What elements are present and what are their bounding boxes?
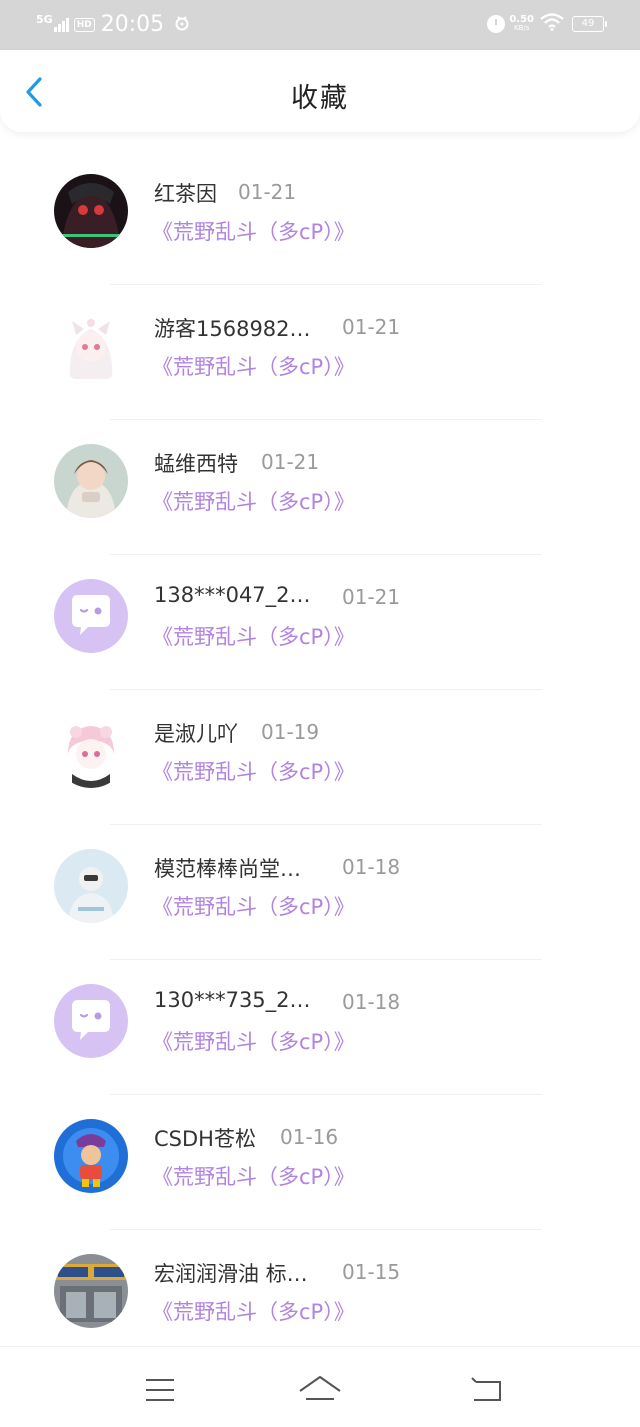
user-name: 模范棒棒尚堂… xyxy=(154,857,301,881)
default-chat-avatar xyxy=(54,579,128,653)
user-name: 蜢维西特 xyxy=(154,452,238,476)
menu-icon[interactable] xyxy=(140,1373,180,1407)
user-name: 红茶因 xyxy=(154,182,217,206)
list-item[interactable]: 是淑儿吖 01-19 《荒野乱斗（多cP）》 xyxy=(0,690,640,825)
book-title-link[interactable]: 《荒野乱斗（多cP）》 xyxy=(152,351,355,381)
book-title-link[interactable]: 《荒野乱斗（多cP）》 xyxy=(152,1026,355,1056)
book-title-link[interactable]: 《荒野乱斗（多cP）》 xyxy=(152,756,355,786)
date: 01-21 xyxy=(261,450,320,474)
avatar xyxy=(54,174,128,248)
status-right: 0.50 KB/s 49 xyxy=(487,13,607,35)
avatar xyxy=(54,849,128,923)
book-title-link[interactable]: 《荒野乱斗（多cP）》 xyxy=(152,486,355,516)
date: 01-21 xyxy=(238,180,297,204)
speed-value: 0.50 xyxy=(509,14,534,25)
user-name: 游客1568982… xyxy=(154,317,311,341)
date: 01-16 xyxy=(280,1125,339,1149)
speed-unit: KB/s xyxy=(513,24,530,32)
avatar xyxy=(54,714,128,788)
back-nav-icon[interactable] xyxy=(468,1373,508,1407)
status-bar: 5G HD 20:05 0.50 KB/s 49 xyxy=(0,0,640,52)
book-title-link[interactable]: 《荒野乱斗（多cP）》 xyxy=(152,621,355,651)
list-item[interactable]: 130***735_2… 01-18 《荒野乱斗（多cP）》 xyxy=(0,960,640,1095)
date: 01-18 xyxy=(342,855,401,879)
user-name: 130***735_2… xyxy=(154,988,311,1012)
book-title-link[interactable]: 《荒野乱斗（多cP）》 xyxy=(152,216,355,246)
clock: 20:05 xyxy=(100,12,165,37)
date: 01-21 xyxy=(342,585,401,609)
avatar xyxy=(54,309,128,383)
list-item[interactable]: 蜢维西特 01-21 《荒野乱斗（多cP）》 xyxy=(0,420,640,555)
network-type: 5G xyxy=(36,12,53,26)
wifi-icon xyxy=(540,13,564,35)
page-title: 收藏 xyxy=(291,83,349,114)
avatar xyxy=(54,1119,128,1193)
alarm-icon xyxy=(487,15,506,33)
avatar xyxy=(54,1254,128,1328)
battery-icon: 49 xyxy=(572,16,607,32)
book-title-link[interactable]: 《荒野乱斗（多cP）》 xyxy=(152,891,355,921)
user-name: CSDH苍松 xyxy=(154,1127,256,1151)
header-bar: 收藏 xyxy=(0,50,640,132)
avatar xyxy=(54,444,128,518)
user-name: 宏润润滑油 标… xyxy=(154,1262,308,1286)
book-title-link[interactable]: 《荒野乱斗（多cP）》 xyxy=(152,1296,355,1326)
date: 01-19 xyxy=(261,720,320,744)
list-item[interactable]: 138***047_2… 01-21 《荒野乱斗（多cP）》 xyxy=(0,555,640,690)
hd-badge: HD xyxy=(73,18,95,32)
book-title-link[interactable]: 《荒野乱斗（多cP）》 xyxy=(152,1161,355,1191)
default-chat-avatar xyxy=(54,984,128,1058)
network-speed: 0.50 KB/s xyxy=(509,15,534,33)
date: 01-15 xyxy=(342,1260,401,1284)
home-icon[interactable] xyxy=(296,1373,344,1407)
user-name: 138***047_2… xyxy=(154,583,311,607)
list-item[interactable]: 宏润润滑油 标… 01-15 《荒野乱斗（多cP）》 xyxy=(0,1230,640,1365)
list-item[interactable]: 红茶因 01-21 《荒野乱斗（多cP）》 xyxy=(0,150,640,285)
user-name: 是淑儿吖 xyxy=(154,722,238,746)
list-item[interactable]: CSDH苍松 01-16 《荒野乱斗（多cP）》 xyxy=(0,1095,640,1230)
signal-icon xyxy=(53,18,70,32)
notification-app-icon xyxy=(174,15,190,35)
list-item[interactable]: 游客1568982… 01-21 《荒野乱斗（多cP）》 xyxy=(0,285,640,420)
favorites-list: 红茶因 01-21 《荒野乱斗（多cP）》 游客1568982… 01-21 《… xyxy=(0,150,640,1365)
status-left: 5G HD 20:05 xyxy=(36,12,190,38)
date: 01-18 xyxy=(342,990,401,1014)
list-item[interactable]: 模范棒棒尚堂… 01-18 《荒野乱斗（多cP）》 xyxy=(0,825,640,960)
system-navigation-bar xyxy=(0,1346,640,1427)
date: 01-21 xyxy=(342,315,401,339)
